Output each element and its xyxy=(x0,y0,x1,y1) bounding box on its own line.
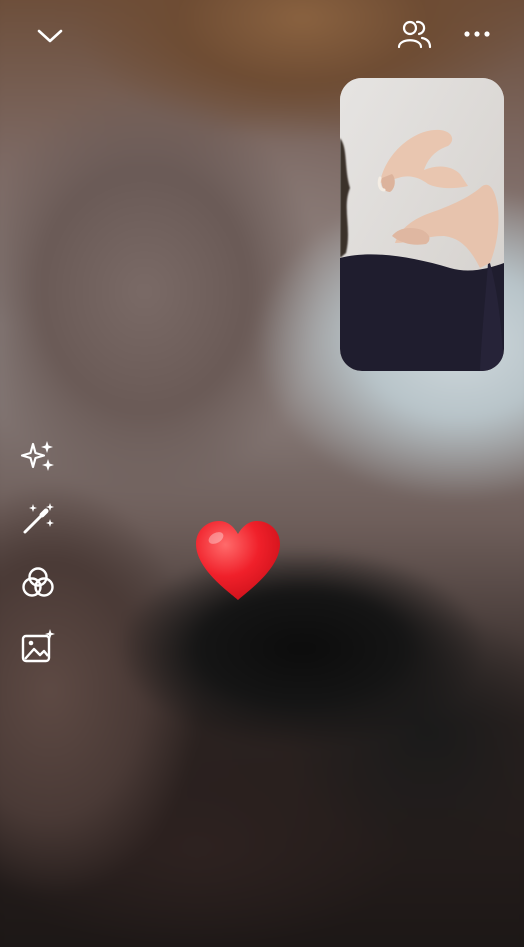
self-view-video xyxy=(340,78,504,371)
chevron-down-icon xyxy=(37,29,63,43)
effects-button[interactable] xyxy=(18,436,58,476)
filters-button[interactable] xyxy=(18,563,58,603)
video-call-screen xyxy=(0,0,524,947)
more-horizontal-icon xyxy=(464,31,490,37)
more-options-button[interactable] xyxy=(458,20,496,48)
heart-reaction xyxy=(196,521,280,600)
participants-button[interactable] xyxy=(392,14,436,54)
people-icon xyxy=(397,20,432,49)
image-sparkle-icon xyxy=(21,629,55,663)
magic-wand-icon xyxy=(23,503,54,534)
magic-wand-button[interactable] xyxy=(18,499,58,539)
collapse-button[interactable] xyxy=(30,18,70,54)
self-view-pip[interactable] xyxy=(340,78,504,371)
sparkles-icon xyxy=(20,441,54,471)
overlapping-circles-icon xyxy=(22,567,54,597)
backgrounds-button[interactable] xyxy=(18,626,58,666)
